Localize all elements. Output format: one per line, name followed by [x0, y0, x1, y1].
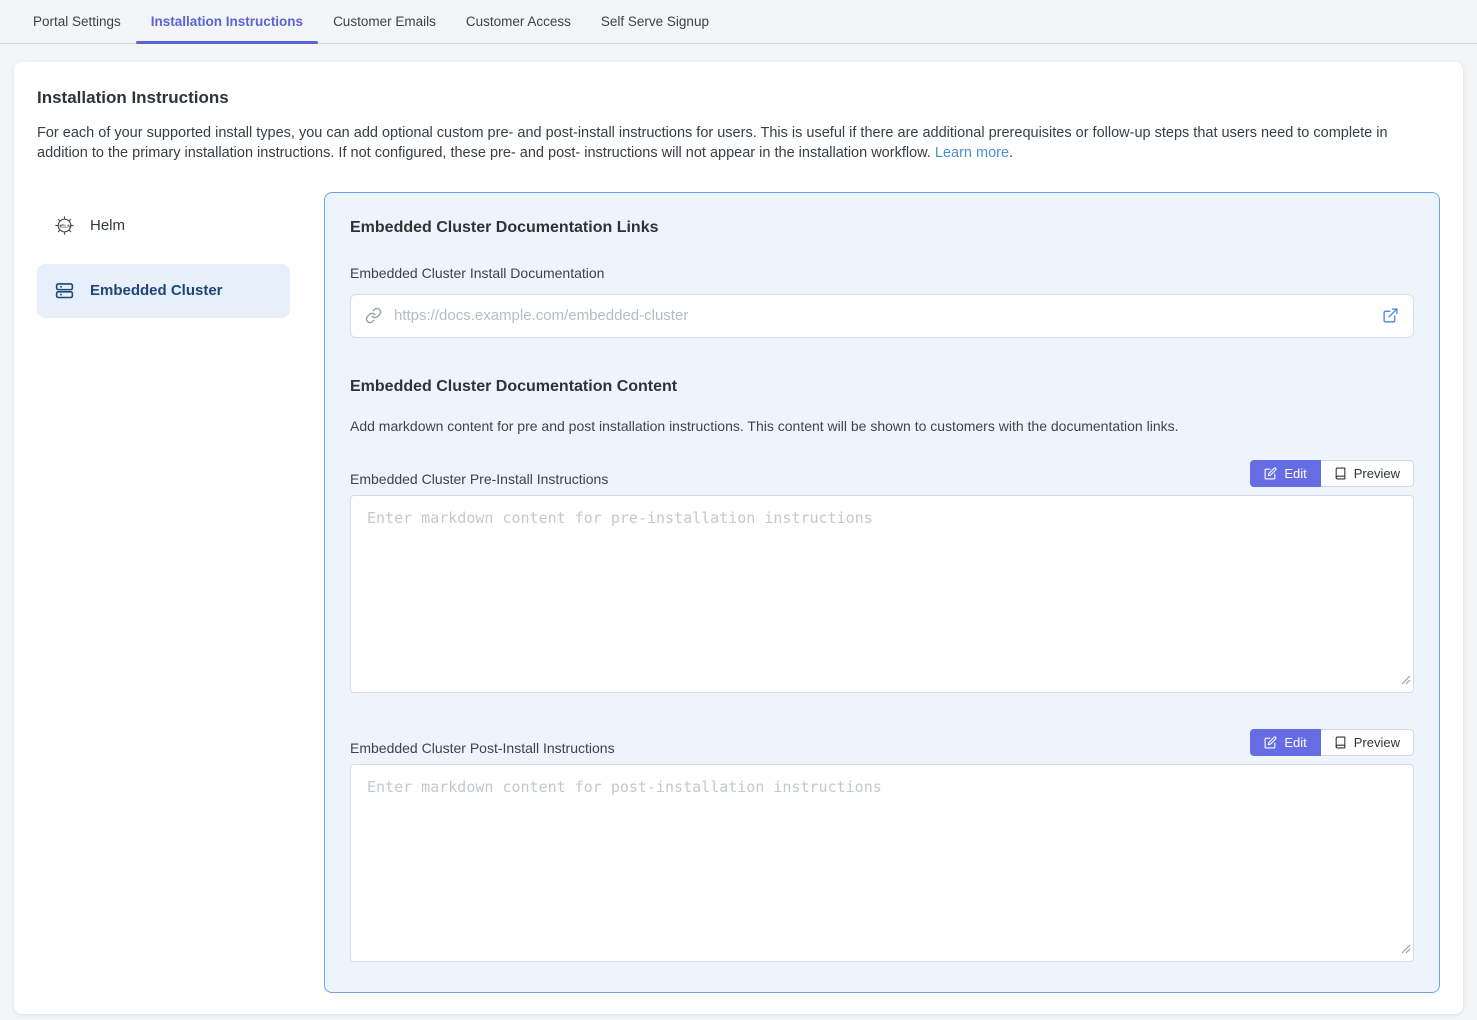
tab-self-serve-signup[interactable]: Self Serve Signup [586, 0, 724, 43]
learn-more-suffix: . [1009, 145, 1013, 161]
tab-portal-settings[interactable]: Portal Settings [18, 0, 136, 43]
main-layout: HELM Helm Embedded Cluster [37, 192, 1440, 993]
server-stack-icon [53, 280, 75, 302]
book-icon [1334, 736, 1347, 749]
install-doc-url-input[interactable] [392, 306, 1372, 325]
resize-handle-icon[interactable] [1400, 941, 1411, 959]
preview-button-label: Preview [1354, 735, 1400, 750]
edit-icon [1264, 467, 1277, 480]
pre-install-label: Embedded Cluster Pre-Install Instruction… [350, 471, 608, 487]
post-install-textarea[interactable] [350, 764, 1414, 962]
install-type-sidebar: HELM Helm Embedded Cluster [37, 192, 290, 993]
tab-customer-emails[interactable]: Customer Emails [318, 0, 451, 43]
documentation-content-description: Add markdown content for pre and post in… [350, 418, 1414, 434]
edit-button-label: Edit [1284, 466, 1306, 481]
post-install-edit-button[interactable]: Edit [1250, 729, 1320, 756]
tab-installation-instructions[interactable]: Installation Instructions [136, 0, 318, 43]
page-description: For each of your supported install types… [37, 123, 1440, 164]
link-icon [365, 307, 382, 324]
edit-icon [1264, 736, 1277, 749]
post-install-label: Embedded Cluster Post-Install Instructio… [350, 740, 615, 756]
sidebar-item-embedded-cluster[interactable]: Embedded Cluster [37, 264, 290, 318]
resize-handle-icon[interactable] [1400, 672, 1411, 690]
pre-install-preview-button[interactable]: Preview [1321, 460, 1414, 487]
page-description-text: For each of your supported install types… [37, 125, 1388, 162]
post-install-label-row: Embedded Cluster Post-Install Instructio… [350, 729, 1414, 756]
post-install-preview-button[interactable]: Preview [1321, 729, 1414, 756]
pre-install-mode-toggle: Edit Preview [1250, 460, 1414, 487]
pre-install-textarea-wrap [350, 495, 1414, 693]
install-doc-url-field [350, 294, 1414, 338]
external-link-icon[interactable] [1382, 307, 1399, 324]
pre-install-textarea[interactable] [350, 495, 1414, 693]
post-install-mode-toggle: Edit Preview [1250, 729, 1414, 756]
svg-text:HELM: HELM [57, 224, 71, 230]
pre-install-edit-button[interactable]: Edit [1250, 460, 1320, 487]
edit-button-label: Edit [1284, 735, 1306, 750]
documentation-links-heading: Embedded Cluster Documentation Links [350, 219, 1414, 237]
install-doc-label: Embedded Cluster Install Documentation [350, 265, 1414, 281]
tab-bar: Portal Settings Installation Instruction… [0, 0, 1477, 44]
documentation-content-heading: Embedded Cluster Documentation Content [350, 378, 1414, 396]
preview-button-label: Preview [1354, 466, 1400, 481]
post-install-textarea-wrap [350, 764, 1414, 962]
book-icon [1334, 467, 1347, 480]
sidebar-item-helm[interactable]: HELM Helm [37, 202, 290, 250]
pre-install-label-row: Embedded Cluster Pre-Install Instruction… [350, 460, 1414, 487]
sidebar-item-label: Helm [90, 217, 125, 234]
tab-customer-access[interactable]: Customer Access [451, 0, 586, 43]
sidebar-item-label: Embedded Cluster [90, 282, 223, 299]
learn-more-link[interactable]: Learn more [935, 145, 1009, 161]
content-card: Installation Instructions For each of yo… [14, 62, 1463, 1014]
page-title: Installation Instructions [37, 88, 1440, 108]
embedded-cluster-settings-panel: Embedded Cluster Documentation Links Emb… [324, 192, 1440, 993]
helm-icon: HELM [53, 215, 75, 237]
